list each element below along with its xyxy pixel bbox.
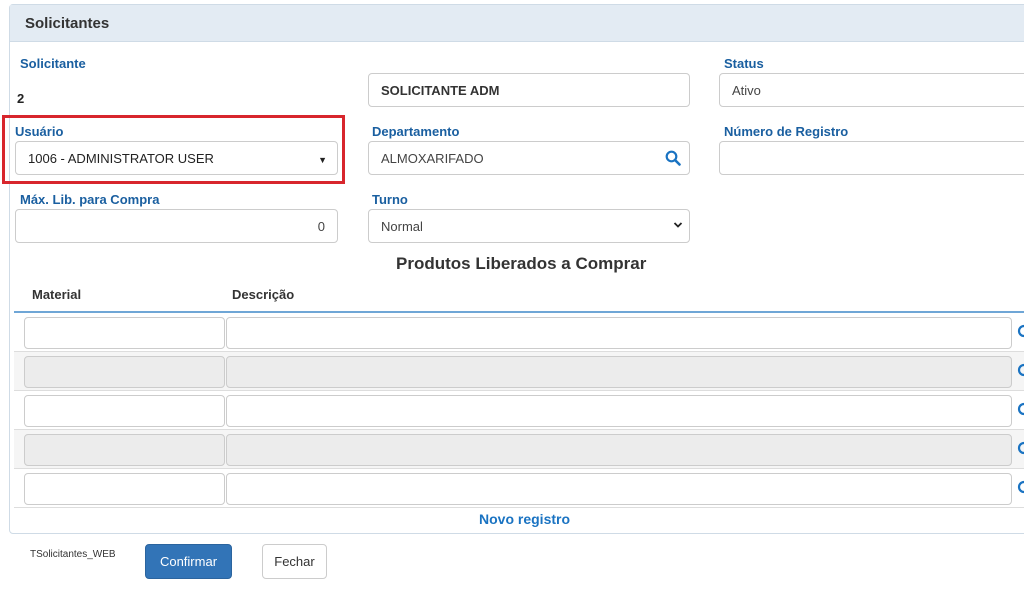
departamento-field[interactable]: ALMOXARIFADO <box>368 141 690 175</box>
descricao-input[interactable] <box>226 395 1012 427</box>
form-id-label: TSolicitantes_WEB <box>30 549 116 560</box>
max-lib-field[interactable]: 0 <box>15 209 338 243</box>
table-row <box>14 313 1024 352</box>
max-lib-value: 0 <box>317 219 325 234</box>
panel-header: Solicitantes <box>10 5 1024 42</box>
solicitante-label: Solicitante <box>20 56 86 71</box>
search-icon[interactable] <box>1017 480 1024 496</box>
table-row <box>14 391 1024 430</box>
column-header-descricao: Descrição <box>232 287 295 302</box>
turno-select[interactable]: Normal <box>368 209 690 243</box>
search-icon[interactable] <box>1017 441 1024 457</box>
highlight-box <box>2 115 345 184</box>
turno-label: Turno <box>372 192 408 207</box>
chevron-down-icon <box>673 222 683 228</box>
material-input[interactable] <box>24 356 225 388</box>
departamento-value: ALMOXARIFADO <box>381 151 484 166</box>
descricao-input[interactable] <box>226 317 1012 349</box>
status-field[interactable]: Ativo <box>719 73 1024 107</box>
solicitante-name-field[interactable]: SOLICITANTE ADM <box>368 73 690 107</box>
solicitante-name-value: SOLICITANTE ADM <box>381 83 500 98</box>
new-record-link[interactable]: Novo registro <box>479 511 570 527</box>
descricao-input[interactable] <box>226 473 1012 505</box>
search-icon[interactable] <box>1017 402 1024 418</box>
material-input[interactable] <box>24 473 225 505</box>
table-row <box>14 430 1024 469</box>
products-title: Produtos Liberados a Comprar <box>396 254 647 273</box>
confirm-button[interactable]: Confirmar <box>145 544 232 579</box>
close-button[interactable]: Fechar <box>262 544 327 579</box>
column-header-material: Material <box>32 287 82 302</box>
registro-label: Número de Registro <box>724 124 849 139</box>
registro-field[interactable] <box>719 141 1024 175</box>
descricao-input[interactable] <box>226 434 1012 466</box>
solicitante-code: 2 <box>17 91 25 106</box>
max-lib-label: Máx. Lib. para Compra <box>20 192 160 207</box>
status-label: Status <box>724 56 764 71</box>
departamento-label: Departamento <box>372 124 460 139</box>
material-input[interactable] <box>24 317 225 349</box>
descricao-input[interactable] <box>226 356 1012 388</box>
search-icon[interactable] <box>1017 363 1024 379</box>
search-icon[interactable] <box>665 150 681 166</box>
table-row <box>14 469 1024 508</box>
panel-title: Solicitantes <box>25 15 110 32</box>
status-value: Ativo <box>732 83 761 98</box>
material-input[interactable] <box>24 395 225 427</box>
search-icon[interactable] <box>1017 324 1024 340</box>
turno-value: Normal <box>381 219 423 234</box>
table-row <box>14 352 1024 391</box>
material-input[interactable] <box>24 434 225 466</box>
